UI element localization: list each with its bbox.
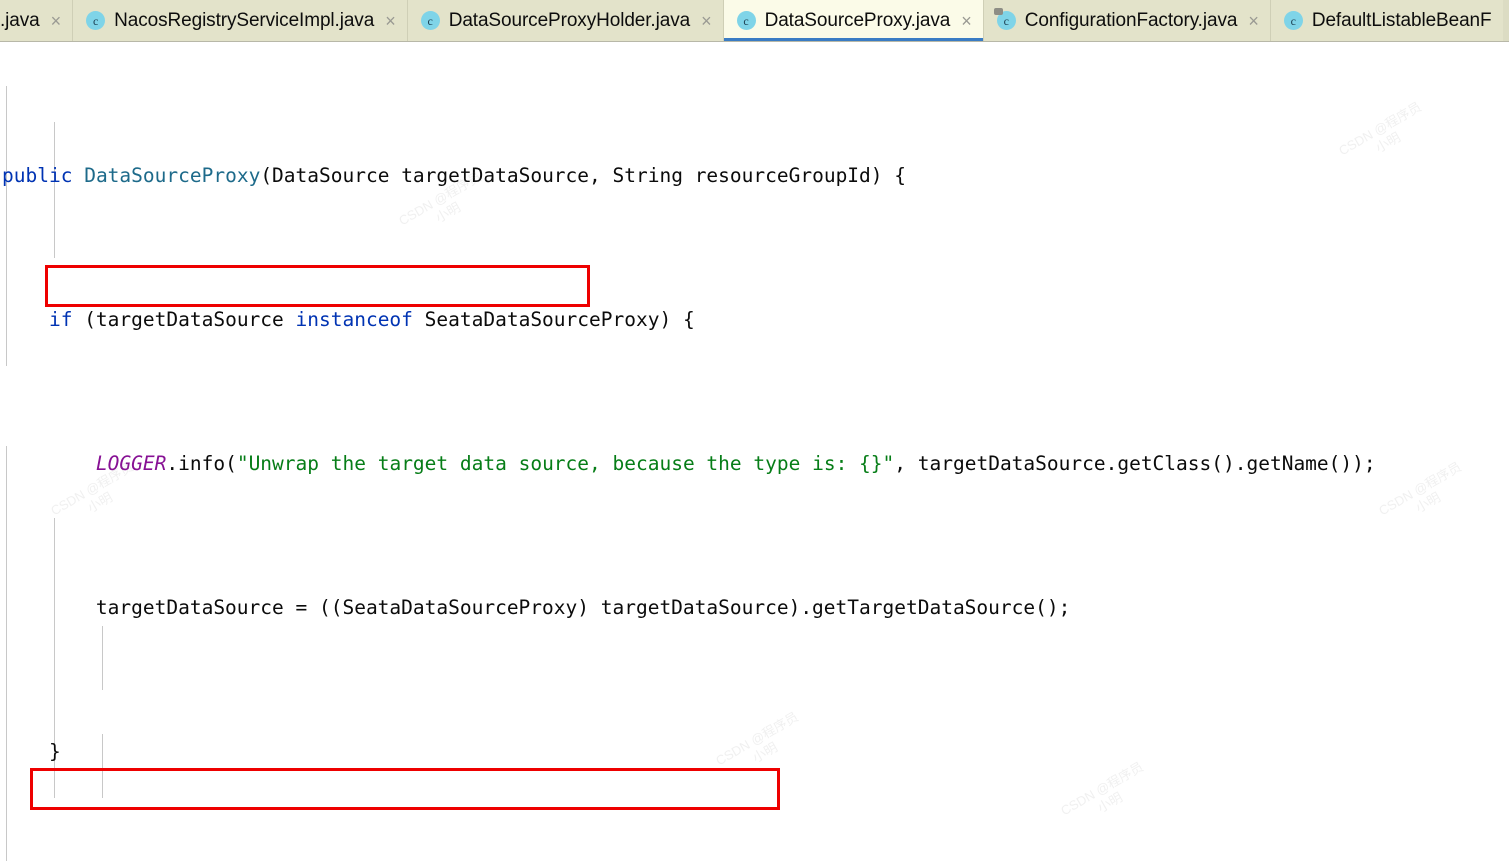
tab-datasourceproxy-active[interactable]: c DataSourceProxy.java × (722, 0, 983, 41)
code-line[interactable]: public DataSourceProxy(DataSource target… (0, 158, 1509, 194)
tab-nacosregistryserviceimpl[interactable]: c NacosRegistryServiceImpl.java × (72, 0, 407, 41)
close-icon[interactable]: × (961, 12, 972, 30)
tab-java-partial[interactable]: .java × (0, 0, 73, 41)
tab-datasourceproxyholder[interactable]: c DataSourceProxyHolder.java × (406, 0, 723, 41)
tab-label: NacosRegistryServiceImpl.java (114, 9, 375, 31)
tab-defaultlistablebeanfactory-partial[interactable]: c DefaultListableBeanF (1269, 0, 1503, 41)
class-icon-letter: c (1003, 13, 1009, 28)
code-line[interactable]: } (0, 734, 1509, 770)
token-class: DataSourceProxy (84, 164, 261, 187)
code-editor[interactable]: public DataSourceProxy(DataSource target… (0, 42, 1509, 861)
java-class-icon: c (993, 8, 1016, 30)
code-line[interactable]: if (targetDataSource instanceof SeataDat… (0, 302, 1509, 338)
editor-tab-bar[interactable]: .java × c NacosRegistryServiceImpl.java … (0, 0, 1509, 42)
token-keyword: if (48, 308, 73, 331)
tab-label: .java (0, 9, 40, 31)
close-icon[interactable]: × (385, 12, 396, 30)
class-icon-letter: c (743, 13, 749, 28)
close-icon[interactable]: × (701, 12, 712, 30)
class-icon-letter: c (427, 13, 433, 28)
java-class-icon: c (1283, 11, 1303, 30)
token-keyword: instanceof (295, 308, 413, 331)
tab-label: ConfigurationFactory.java (1024, 9, 1238, 31)
token-string: "Unwrap the target data source, because … (236, 452, 895, 475)
code-line[interactable]: targetDataSource = ((SeataDataSourceProx… (0, 590, 1509, 626)
code-line[interactable]: LOGGER.info("Unwrap the target data sour… (0, 446, 1509, 482)
java-class-icon: c (420, 11, 440, 30)
java-class-icon: c (736, 11, 756, 30)
token-static-field: LOGGER (95, 452, 167, 475)
class-icon-letter: c (1290, 13, 1296, 28)
close-icon[interactable]: × (1248, 12, 1259, 30)
tab-label: DefaultListableBeanF (1311, 9, 1492, 31)
close-icon[interactable]: × (51, 12, 62, 30)
tab-label: DataSourceProxy.java (764, 9, 951, 31)
source-code[interactable]: public DataSourceProxy(DataSource target… (0, 42, 1509, 861)
tab-label: DataSourceProxyHolder.java (448, 9, 691, 31)
class-icon-letter: c (92, 13, 99, 28)
java-class-icon: c (86, 11, 106, 30)
token-keyword: public (2, 164, 73, 187)
tab-configurationfactory[interactable]: c ConfigurationFactory.java × (982, 0, 1270, 41)
